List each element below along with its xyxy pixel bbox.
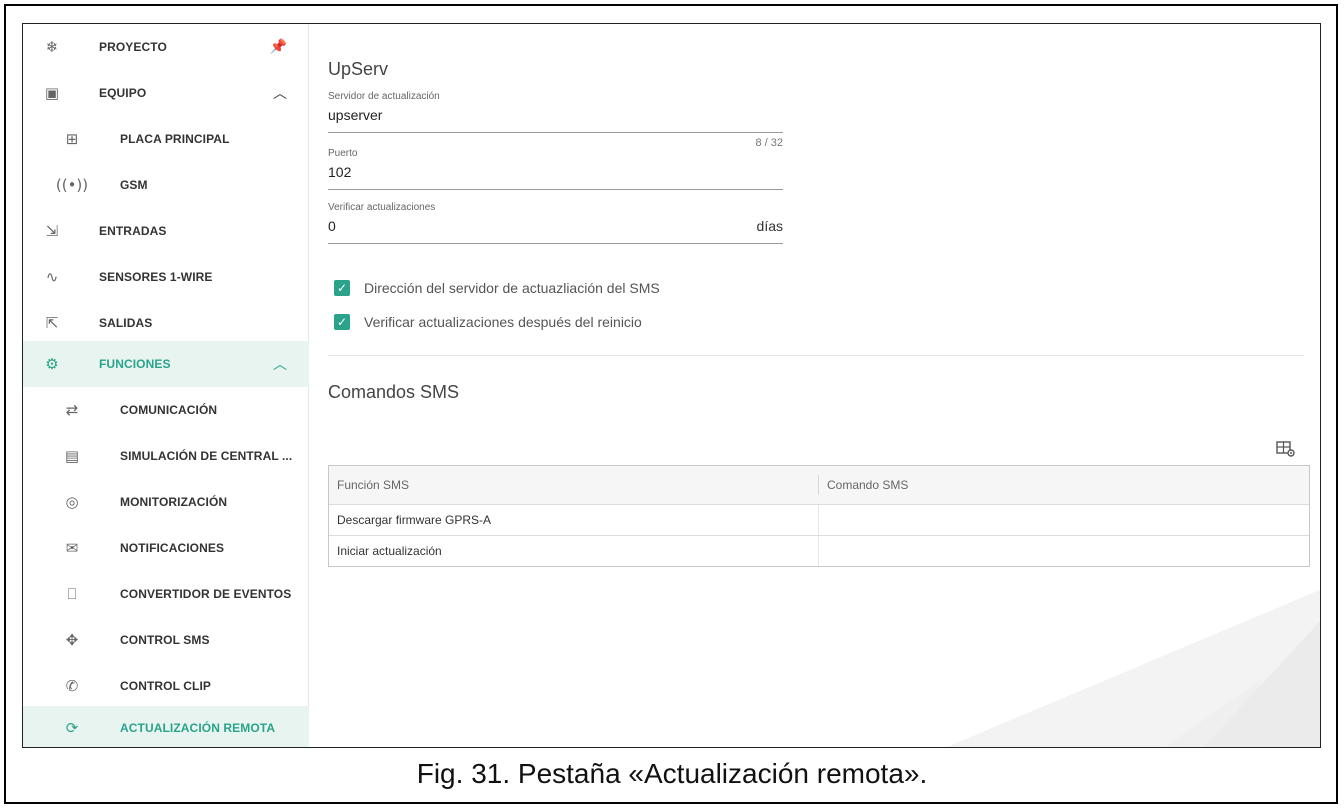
message-icon: ✉ [65, 539, 79, 557]
sidebar-item-comunicacion[interactable]: ⇄ COMUNICACIÓN [23, 387, 309, 433]
sidebar-item-label: COMUNICACIÓN [120, 403, 218, 417]
command-cell[interactable] [818, 536, 1309, 566]
sidebar-item-label: MONITORIZACIÓN [120, 495, 228, 509]
section-title-upserv: UpServ [328, 59, 389, 79]
checkmark-icon[interactable]: ✓ [334, 280, 350, 296]
sidebar-item-label: ACTUALIZACIÓN REMOTA [120, 720, 276, 735]
check-updates-input[interactable]: 0 días [328, 218, 783, 244]
port-label: Puerto [328, 148, 358, 159]
check-updates-label: Verificar actualizaciones [328, 202, 436, 213]
table-row: Iniciar actualización [329, 535, 1309, 566]
sidebar-item-label: NOTIFICACIONES [120, 541, 225, 555]
converter-icon: ⎕ [67, 585, 77, 603]
sidebar-item-label: PLACA PRINCIPAL [120, 132, 230, 146]
background-decoration [1202, 619, 1320, 747]
function-cell: Iniciar actualización [337, 544, 442, 558]
sms-server-address-checkbox[interactable]: ✓ Dirección del servidor de actuazliació… [334, 280, 660, 296]
snowflake-icon: ❄ [45, 38, 59, 56]
sidebar-item-control-sms[interactable]: ✥ CONTROL SMS [23, 617, 309, 663]
checkmark-icon[interactable]: ✓ [334, 314, 350, 330]
sidebar-item-simulacion[interactable]: ▤ SIMULACIÓN DE CENTRAL ... [23, 433, 309, 479]
sidebar-item-gsm[interactable]: ((•)) GSM [23, 162, 309, 208]
sidebar-item-label: EQUIPO [99, 86, 147, 100]
refresh-icon: ⟳ [65, 718, 79, 737]
sms-commands-table: Función SMS Comando SMS Descargar firmwa… [328, 465, 1310, 567]
sidebar-item-salidas[interactable]: ⇱ SALIDAS [23, 300, 309, 346]
port-value: 102 [328, 164, 352, 180]
chip-icon: ▣ [44, 84, 60, 102]
sidebar-item-label: CONVERTIDOR DE EVENTOS [120, 587, 292, 601]
sidebar-item-label: SENSORES 1-WIRE [99, 270, 213, 284]
chevron-up-icon[interactable]: ︿ [273, 83, 287, 103]
sensor-icon: ∿ [45, 268, 59, 286]
chevron-up-icon[interactable]: ︿ [273, 354, 287, 374]
checkbox-label: Verificar actualizaciones después del re… [364, 314, 642, 330]
sidebar-item-label: CONTROL CLIP [120, 679, 211, 693]
sidebar-item-convertidor[interactable]: ⎕ CONVERTIDOR DE EVENTOS [23, 571, 309, 617]
pin-icon[interactable]: 📌 [270, 39, 287, 55]
sidebar-item-label: FUNCIONES [99, 357, 171, 371]
sidebar-item-monitorizacion[interactable]: ◎ MONITORIZACIÓN [23, 479, 309, 525]
figure-caption: Fig. 31. Pestaña «Actualización remota». [416, 758, 928, 789]
port-field[interactable]: Puerto 102 [328, 148, 783, 190]
sms-control-icon: ✥ [65, 631, 79, 649]
divider [328, 355, 1304, 356]
antenna-icon: ((•)) [55, 176, 89, 194]
server-input[interactable]: upserver [328, 107, 783, 133]
sidebar-item-placa-principal[interactable]: ⊞ PLACA PRINCIPAL [23, 116, 309, 162]
table-header: Función SMS Comando SMS [329, 466, 1309, 504]
sidebar-item-label: PROYECTO [99, 40, 167, 54]
sidebar-item-proyecto[interactable]: ❄ PROYECTO 📌 [23, 24, 309, 70]
command-cell[interactable] [818, 505, 1309, 535]
section-title-sms: Comandos SMS [328, 382, 460, 402]
sidebar-item-entradas[interactable]: ⇲ ENTRADAS [23, 208, 309, 254]
server-value: upserver [328, 107, 383, 123]
sidebar-item-actualizacion-remota[interactable]: ⟳ ACTUALIZACIÓN REMOTA [23, 706, 309, 747]
sidebar-item-label: SIMULACIÓN DE CENTRAL ... [120, 449, 293, 463]
checkbox-label: Dirección del servidor de actuazliación … [364, 280, 660, 296]
server-label: Servidor de actualización [328, 91, 440, 102]
sidebar-item-label: GSM [120, 178, 148, 192]
sidebar-item-notificaciones[interactable]: ✉ NOTIFICACIONES [23, 525, 309, 571]
port-input[interactable]: 102 [328, 164, 783, 190]
output-icon: ⇱ [45, 314, 59, 332]
sidebar-item-label: CONTROL SMS [120, 633, 210, 647]
phone-clip-icon: ✆ [65, 677, 79, 695]
panel-icon: ▤ [64, 447, 80, 465]
table-settings-icon[interactable] [1276, 440, 1296, 458]
column-header-function[interactable]: Función SMS [329, 478, 818, 492]
sidebar-item-label: ENTRADAS [99, 224, 167, 238]
function-cell: Descargar firmware GPRS-A [337, 513, 492, 527]
input-icon: ⇲ [45, 222, 59, 240]
check-updates-value: 0 [328, 218, 336, 234]
server-field[interactable]: Servidor de actualización upserver 8 / 3… [328, 91, 783, 149]
board-icon: ⊞ [65, 130, 79, 148]
arrows-icon: ⇄ [65, 401, 79, 419]
sidebar-item-funciones[interactable]: ⚙ FUNCIONES ︿ [23, 341, 309, 387]
eye-icon: ◎ [65, 493, 79, 511]
column-header-command[interactable]: Comando SMS [818, 475, 1309, 495]
unit-label: días [756, 218, 783, 234]
sidebar-item-sensores[interactable]: ∿ SENSORES 1-WIRE [23, 254, 309, 300]
table-row: Descargar firmware GPRS-A [329, 504, 1309, 535]
check-updates-field[interactable]: Verificar actualizaciones 0 días [328, 202, 783, 244]
sidebar: ❄ PROYECTO 📌 ▣ EQUIPO ︿ ⊞ PLACA PRINCIPA… [23, 24, 309, 747]
sidebar-item-control-clip[interactable]: ✆ CONTROL CLIP [23, 663, 309, 709]
main-content: UpServ Servidor de actualización upserve… [310, 24, 1320, 747]
app-window: ❄ PROYECTO 📌 ▣ EQUIPO ︿ ⊞ PLACA PRINCIPA… [22, 23, 1321, 748]
sidebar-item-equipo[interactable]: ▣ EQUIPO ︿ [23, 70, 309, 116]
gear-icon: ⚙ [45, 355, 59, 373]
sidebar-item-label: SALIDAS [99, 316, 153, 330]
check-after-restart-checkbox[interactable]: ✓ Verificar actualizaciones después del … [334, 314, 642, 330]
